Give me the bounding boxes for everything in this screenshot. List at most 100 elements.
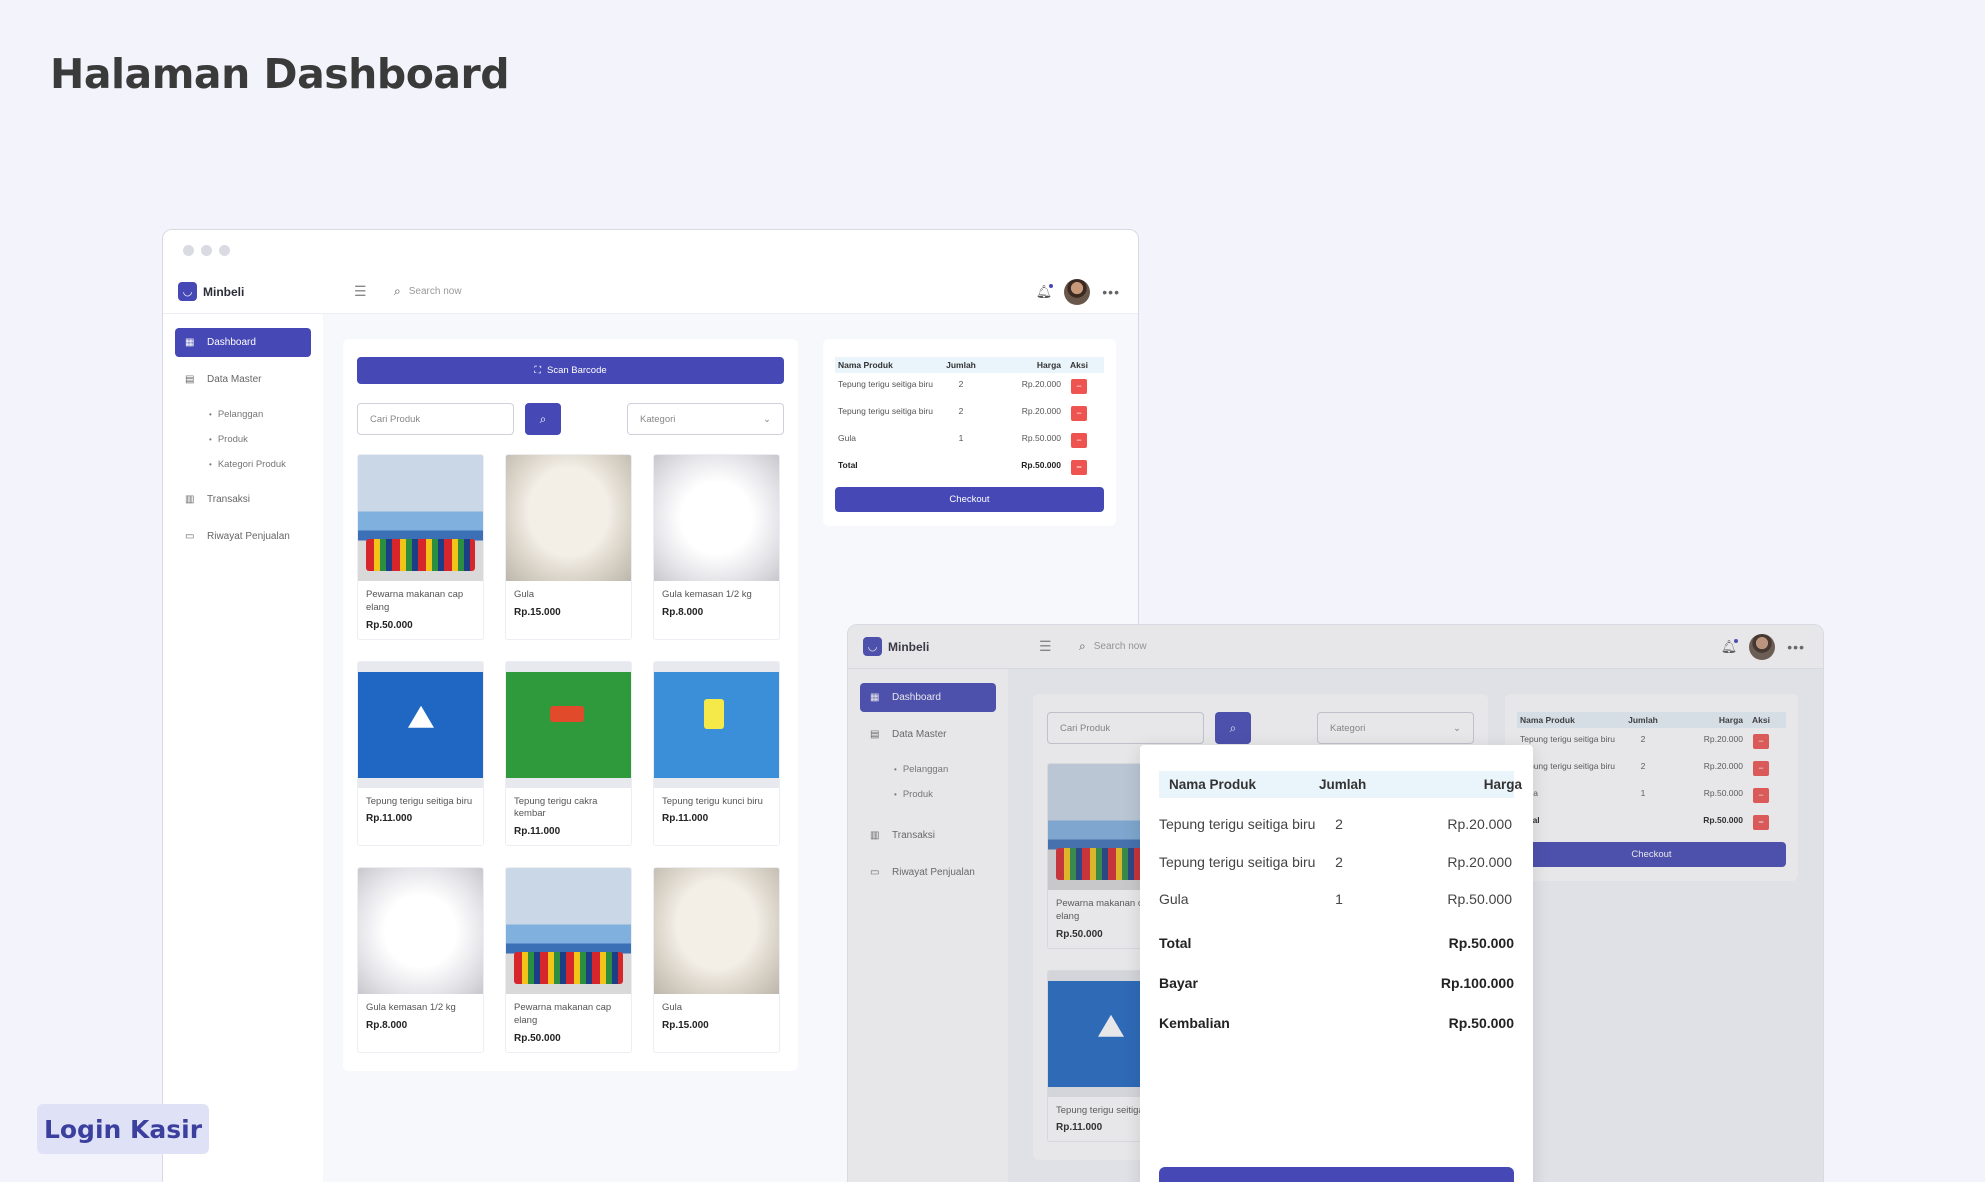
search-bar[interactable]: ⌕ Search now	[394, 284, 1036, 299]
scan-barcode-label: Scan Barcode	[546, 365, 607, 376]
window-dot[interactable]	[201, 244, 212, 256]
receipt-item-qty: 2	[1335, 816, 1343, 832]
delete-button[interactable]: −	[1753, 788, 1769, 803]
sidebar-item-data-master[interactable]: ▤ Data Master	[860, 720, 996, 749]
checkout-button[interactable]: Checkout	[1517, 842, 1786, 867]
receipt-item-price: Rp.20.000	[1447, 853, 1512, 870]
avatar[interactable]	[1064, 278, 1091, 305]
product-card[interactable]: Gula kemasan 1/2 kg Rp.8.000	[653, 454, 780, 640]
receipt-item-name: Tepung terigu seitiga biru	[1159, 853, 1316, 870]
cart-row: Tepung terigu seitiga biru 2 Rp.20.000−	[835, 373, 1104, 400]
total-label: Total	[838, 460, 858, 470]
sidebar-subitem-produk[interactable]: Produk	[860, 782, 996, 807]
product-card[interactable]: Gula Rp.15.000	[653, 867, 780, 1053]
hamburger-icon[interactable]: ☰	[1039, 638, 1069, 655]
product-info: Tepung terigu kunci biru Rp.11.000	[654, 788, 779, 833]
category-select[interactable]: Kategori ⌄	[627, 403, 784, 435]
search-bar[interactable]: ⌕ Search now	[1079, 639, 1721, 654]
cart-item-action: −	[1061, 406, 1097, 421]
grid-icon: ▦	[870, 692, 880, 703]
kembalian-label: Kembalian	[1159, 1015, 1230, 1032]
delete-button[interactable]: −	[1753, 734, 1769, 749]
sidebar-subitem-kategori[interactable]: Kategori Produk	[175, 452, 311, 477]
search-icon: ⌕	[394, 284, 401, 298]
receipt-total: Total Rp.50.000	[1159, 935, 1514, 951]
sidebar-item-label: Data Master	[207, 374, 262, 385]
column-header: Jumlah	[1628, 715, 1658, 725]
more-icon[interactable]: •••	[1102, 284, 1120, 300]
bag-logo-icon: ◡	[863, 637, 882, 656]
product-grid: Pewarna makanan cap elang Rp.50.000 Gula Rp…	[357, 454, 784, 1053]
delete-button[interactable]: −	[1071, 406, 1087, 421]
product-search-button[interactable]: ⌕	[1215, 712, 1251, 744]
cart-item-qty: 1	[1640, 788, 1646, 798]
product-image	[506, 868, 631, 995]
sidebar-item-riwayat[interactable]: ▭ Riwayat Penjualan	[860, 858, 996, 887]
product-card[interactable]: Pewarna makanan cap elang Rp.50.000	[505, 867, 632, 1053]
sidebar-item-dashboard[interactable]: ▦ Dashboard	[175, 328, 311, 357]
product-search-button[interactable]: ⌕	[525, 403, 561, 435]
delete-button[interactable]: −	[1071, 433, 1087, 448]
cart-item-price: Rp.20.000	[1703, 761, 1743, 771]
sidebar-item-transaksi[interactable]: ▥ Transaksi	[860, 821, 996, 850]
checkout-button[interactable]: Checkout	[835, 487, 1104, 512]
brand[interactable]: ◡ Minbeli	[863, 637, 1033, 656]
cart-table-header: Nama Produk Jumlah Harga Aksi	[835, 357, 1104, 373]
product-card[interactable]: Gula Rp.15.000	[505, 454, 632, 640]
product-card[interactable]: Tepung terigu cakra kembar Rp.11.000	[505, 660, 632, 847]
product-name: Pewarna makanan cap elang	[514, 1002, 612, 1027]
product-info: Tepung terigu cakra kembar Rp.11.000	[506, 788, 631, 846]
product-card[interactable]: Tepung terigu kunci biru Rp.11.000	[653, 660, 780, 847]
column-header: Jumlah	[946, 360, 976, 370]
sidebar-item-dashboard[interactable]: ▦ Dashboard	[860, 683, 996, 712]
search-input[interactable]: Search now	[409, 286, 462, 297]
window-dot[interactable]	[183, 244, 194, 256]
product-name: Tepung terigu kunci biru	[662, 795, 763, 807]
product-card[interactable]: Pewarna makanan cap elang Rp.50.000	[357, 454, 484, 640]
cart-panel: Nama Produk Jumlah Harga Aksi Tepung terigu …	[823, 339, 1116, 526]
avatar[interactable]	[1749, 633, 1776, 660]
cart-item-action: −	[1743, 734, 1779, 749]
delete-button[interactable]: −	[1753, 761, 1769, 776]
cart-row: Gula 1 Rp.50.000−	[835, 427, 1104, 454]
sidebar-subitem-pelanggan[interactable]: Pelanggan	[175, 402, 311, 427]
product-search-input[interactable]: Cari Produk	[357, 403, 514, 435]
product-card[interactable]: Gula kemasan 1/2 kg Rp.8.000	[357, 867, 484, 1053]
more-icon[interactable]: •••	[1787, 639, 1805, 655]
sidebar-item-label: Transaksi	[207, 494, 250, 505]
product-info: Gula Rp.15.000	[654, 994, 779, 1039]
cart-item-name: Tepung terigu seitiga biru	[1520, 761, 1615, 771]
column-header: Nama Produk	[838, 360, 893, 370]
cart-item-price: Rp.50.000	[1703, 788, 1743, 798]
delete-button[interactable]: −	[1071, 379, 1087, 394]
sidebar-item-data-master[interactable]: ▤ Data Master	[175, 365, 311, 394]
column-header: Harga	[1036, 360, 1061, 370]
document-icon: ▭	[185, 531, 195, 542]
delete-button[interactable]: −	[1071, 460, 1087, 475]
sidebar-item-transaksi[interactable]: ▥ Transaksi	[175, 485, 311, 514]
hamburger-icon[interactable]: ☰	[354, 283, 384, 300]
search-input[interactable]: Search now	[1094, 641, 1147, 652]
delete-button[interactable]: −	[1753, 815, 1769, 830]
column-header: Aksi	[1070, 360, 1088, 370]
bell-icon[interactable]: 🔔︎	[1721, 638, 1738, 655]
sidebar-item-label: Dashboard	[207, 337, 256, 348]
sidebar-subitem-pelanggan[interactable]: Pelanggan	[860, 757, 996, 782]
product-name: Pewarna makanan cap elang	[366, 589, 464, 613]
sidebar-item-label: Riwayat Penjualan	[892, 867, 975, 878]
search-icon: ⌕	[539, 411, 547, 426]
product-search-input[interactable]: Cari Produk	[1047, 712, 1204, 744]
sidebar-item-riwayat[interactable]: ▭ Riwayat Penjualan	[175, 522, 311, 551]
brand[interactable]: ◡ Minbeli	[178, 282, 348, 301]
category-select[interactable]: Kategori ⌄	[1317, 712, 1474, 744]
product-card[interactable]: Tepung terigu seitiga biru Rp.11.000	[357, 660, 484, 847]
sidebar-subitem-produk[interactable]: Produk	[175, 427, 311, 452]
scan-barcode-button[interactable]: ⛶ Scan Barcode	[357, 357, 784, 384]
bell-icon[interactable]: 🔔︎	[1036, 283, 1053, 300]
cart-panel: Nama Produk Jumlah Harga Aksi Tepung terigu …	[1505, 694, 1798, 881]
print-struk-button[interactable]: Print Struk	[1159, 1167, 1514, 1182]
cart-item-name: Gula	[1520, 788, 1618, 799]
product-price: Rp.11.000	[662, 813, 709, 825]
column-header: Jumlah	[1319, 777, 1367, 792]
window-dot[interactable]	[219, 244, 230, 256]
